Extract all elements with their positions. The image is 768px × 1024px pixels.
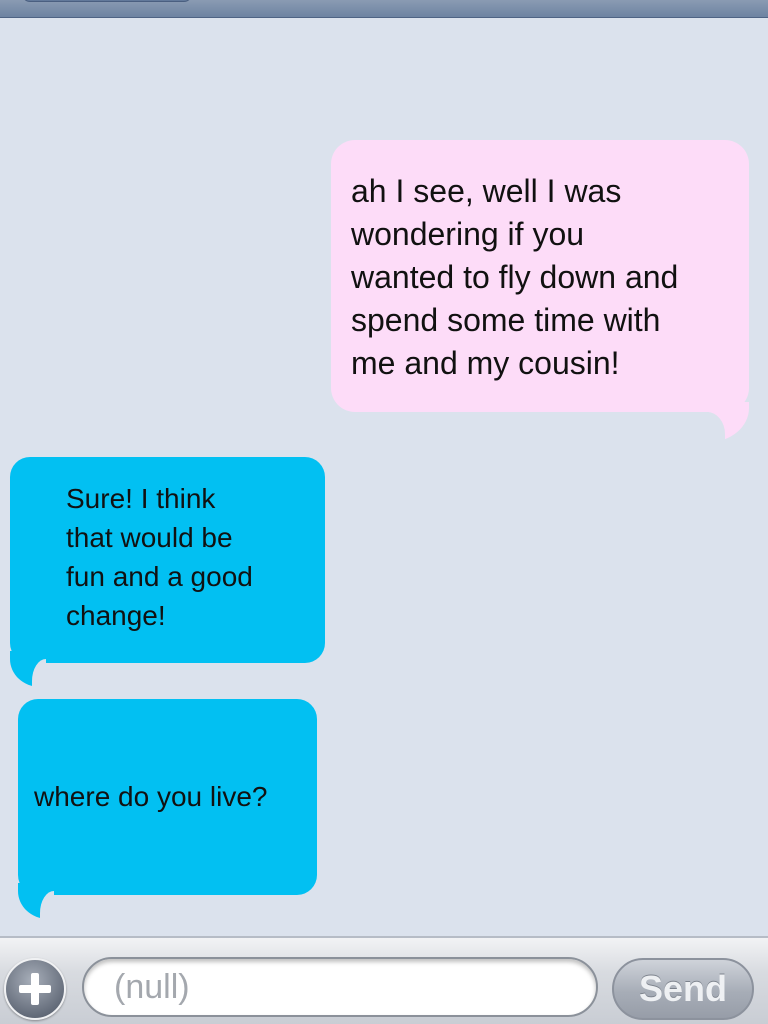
plus-icon (19, 973, 51, 1005)
message-text-field[interactable]: (null) (82, 957, 598, 1017)
received-message-bubble[interactable]: Sure! I think that would be fun and a go… (10, 457, 325, 689)
message-input-bar: (null) Send (0, 936, 768, 1024)
message-thread[interactable]: ah I see, well I was wondering if you wa… (0, 18, 768, 936)
back-button[interactable] (22, 0, 192, 2)
message-text: where do you live? (34, 781, 268, 812)
bubble-tail (10, 651, 46, 689)
add-attachment-button[interactable] (4, 958, 66, 1020)
message-text: ah I see, well I was wondering if you wa… (351, 173, 679, 381)
bubble-tail (18, 883, 54, 921)
navigation-bar (0, 0, 768, 18)
message-text: Sure! I think that would be fun and a go… (66, 483, 253, 631)
send-button[interactable]: Send (612, 958, 754, 1020)
sent-message-bubble[interactable]: ah I see, well I was wondering if you wa… (331, 140, 749, 446)
received-message-bubble[interactable]: where do you live? (18, 699, 317, 921)
bubble-tail (707, 402, 749, 446)
